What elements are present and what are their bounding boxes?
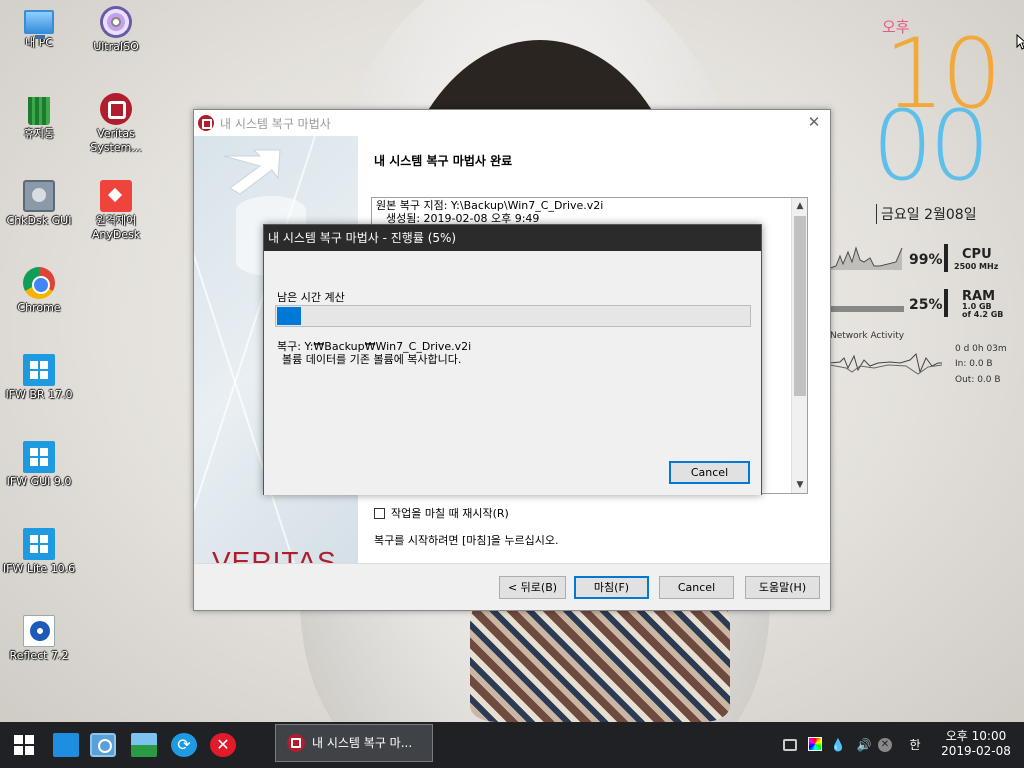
scroll-thumb[interactable] [794,216,806,396]
progress-title[interactable]: 내 시스템 복구 마법사 - 진행률 (5%) [264,225,761,251]
progress-fill [277,307,301,325]
taskbar-time: 오후 10:00 [945,729,1007,743]
network-uptime: 0 d 0h 03m [955,344,1007,354]
clock-date: 금요일 2월08일 [876,204,977,224]
start-icon[interactable] [14,735,34,755]
desktop-icon-ifw-gui[interactable]: IFW GUI 9.0 [1,441,77,489]
desktop-icon-chkdsk[interactable]: ChkDsk GUI [1,180,77,228]
clock-minute: 00 [872,90,990,202]
ram-percent: 25% [909,297,943,313]
finish-instruction: 복구를 시작하려면 [마침]을 누르십시오. [374,534,559,547]
windows-icon [23,354,55,386]
ime-indicator[interactable]: 한 [906,737,924,753]
progress-operation: 볼륨 데이터를 기존 볼륨에 복사합니다. [282,353,462,366]
progress-cancel-button[interactable]: Cancel [669,461,750,484]
desktop-icon-reflect[interactable]: Reflect 7.2 [1,615,77,663]
taskbar-app-label: 내 시스템 복구 마... [312,736,413,750]
scroll-up-icon[interactable]: ▲ [792,198,808,214]
photos-icon[interactable] [131,733,157,757]
network-title: Network Activity [830,331,905,341]
pc-icon [24,10,54,39]
network-graph [830,353,942,375]
finish-button[interactable]: 마침(F) [574,576,649,599]
network-out: Out: 0.0 B [955,375,1001,385]
disk-icon [23,180,55,212]
progress-status: 남은 시간 계산 [277,291,345,304]
sync-icon[interactable]: ⟳ [171,733,197,757]
anydesk-icon [100,180,132,212]
explorer-icon[interactable] [90,733,116,757]
disc-icon [100,6,132,38]
progress-dialog: 내 시스템 복구 마법사 - 진행률 (5%) 남은 시간 계산 복구: Y:₩… [263,224,762,495]
windows-icon [23,441,55,473]
cpu-label: CPU [962,247,992,262]
ram-divider [944,289,948,317]
desktop-icon-anydesk[interactable]: 원격제어 AnyDesk [78,180,154,242]
desktop-icon-veritas[interactable]: Veritas System... [78,93,154,155]
stop-icon[interactable]: ✕ [878,738,892,752]
taskbar-date: 2019-02-08 [941,744,1011,758]
desktop-icon-ultraiso[interactable]: UltraISO [78,6,154,54]
cpu-divider [944,244,948,272]
cancel-icon[interactable]: ✕ [210,733,236,757]
taskbar-clock[interactable]: 오후 10:00 2019-02-08 [941,729,1011,759]
desktop-icon-chrome[interactable]: Chrome [1,267,77,315]
scroll-down-icon[interactable]: ▼ [792,477,808,493]
ram-total: of 4.2 GB [962,310,1004,319]
ram-graph [830,306,904,312]
veritas-icon [100,93,132,125]
cpu-frequency: 2500 MHz [954,262,999,271]
wizard-heading: 내 시스템 복구 마법사 완료 [374,154,513,168]
volume-icon[interactable]: 🔊 [854,737,874,753]
drop-icon[interactable]: 💧 [830,737,846,753]
cancel-button[interactable]: Cancel [659,576,734,599]
desktop-icon-ifw-lite[interactable]: IFW Lite 10.6 [1,528,77,576]
cpu-graph [830,246,903,270]
desktop-icon[interactable] [53,733,79,757]
wizard-button-bar: < 뒤로(B) 마침(F) Cancel 도움말(H) [194,563,830,610]
chrome-icon [23,267,55,299]
close-icon[interactable]: ✕ [804,112,824,132]
color-icon[interactable] [808,737,822,751]
arrow-icon [223,149,281,195]
back-button[interactable]: < 뒤로(B) [499,576,566,599]
wizard-titlebar[interactable]: 내 시스템 복구 마법사 ✕ [194,110,830,136]
veritas-icon [198,115,214,131]
summary-source: 원본 복구 지점: Y:\Backup\Win7_C_Drive.v2i [376,199,604,212]
restart-checkbox[interactable] [374,507,385,519]
progress-bar [275,305,751,327]
progress-body: 남은 시간 계산 복구: Y:₩Backup₩Win7_C_Drive.v2i … [264,251,761,495]
desktop-icon-recycle-bin[interactable]: 휴지통 [1,93,77,141]
network-in: In: 0.0 B [955,359,993,369]
recycle-bin-icon [28,97,50,125]
network-icon[interactable] [783,739,797,751]
veritas-icon [287,734,305,752]
restart-label: 작업을 마칠 때 재시작(R) [391,507,509,520]
reflect-icon [23,615,55,647]
taskbar-app-restore-wizard[interactable]: 내 시스템 복구 마... [275,724,433,762]
summary-scrollbar[interactable]: ▲ ▼ [791,198,807,493]
help-button[interactable]: 도움말(H) [745,576,820,599]
restart-option[interactable]: 작업을 마칠 때 재시작(R) [374,505,509,521]
desktop-icon-my-pc[interactable]: 내 PC [1,6,77,50]
desktop-icon-ifw-br[interactable]: IFW BR 17.0 [1,354,77,402]
wizard-title: 내 시스템 복구 마법사 [220,117,331,131]
cpu-percent: 99% [909,252,943,268]
mouse-cursor-icon [1016,34,1024,50]
windows-icon [23,528,55,560]
